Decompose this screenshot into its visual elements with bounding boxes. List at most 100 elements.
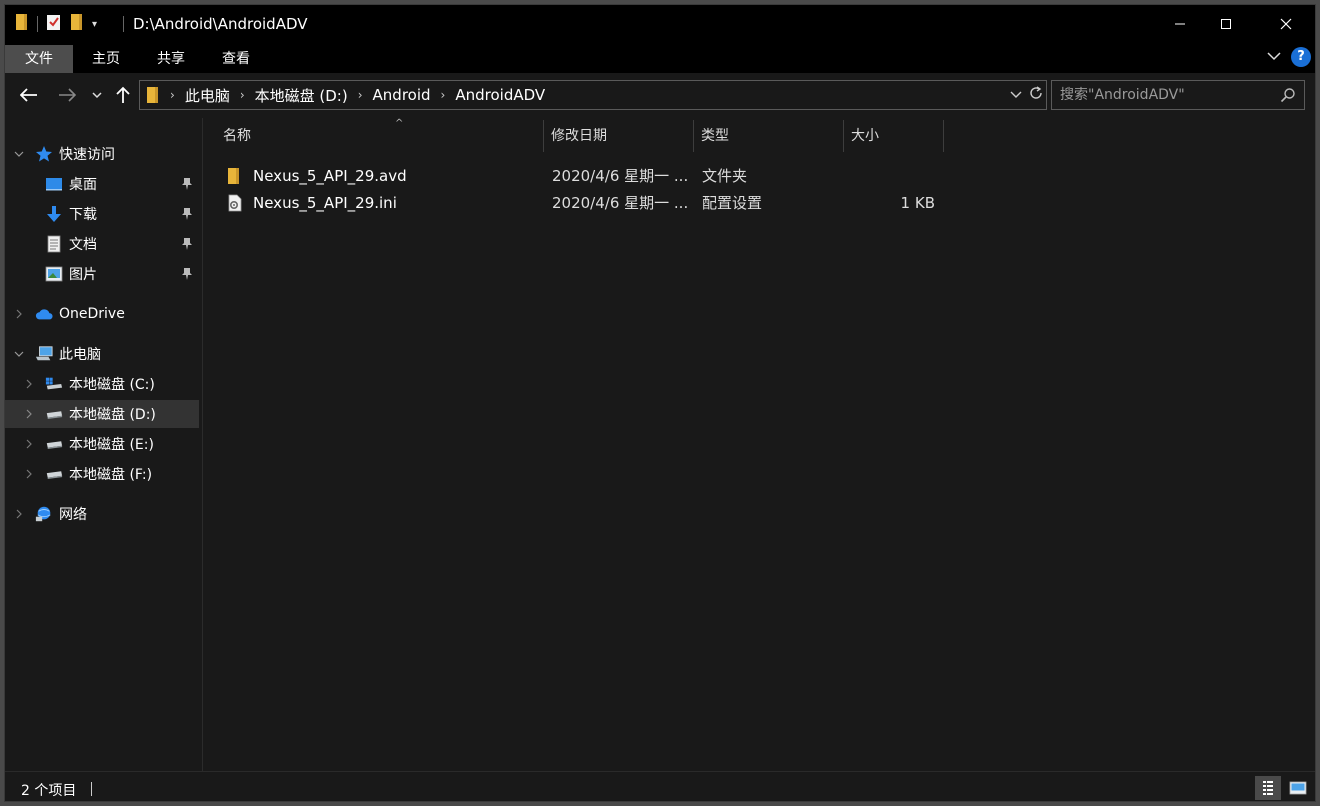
pin-icon[interactable] [181, 267, 193, 281]
search-input[interactable] [1052, 81, 1272, 109]
up-button[interactable] [111, 83, 135, 107]
sidebar-item-label: 桌面 [69, 177, 97, 193]
recent-locations-button[interactable] [85, 83, 109, 107]
sidebar-item-label: 快速访问 [59, 147, 115, 163]
download-icon [45, 205, 63, 223]
column-resize-handle[interactable] [943, 120, 944, 152]
sidebar-item-pictures[interactable]: 图片 [5, 260, 199, 288]
sidebar-item-quick-access[interactable]: 快速访问 [5, 140, 199, 168]
title-separator [123, 16, 124, 32]
ribbon-controls: ? [1267, 47, 1311, 67]
ribbon-tabs: 文件 主页 共享 查看 ? [5, 43, 1315, 73]
computer-icon [35, 345, 53, 363]
refresh-icon[interactable] [1028, 85, 1044, 105]
column-resize-handle[interactable] [693, 120, 694, 152]
tab-file[interactable]: 文件 [5, 45, 73, 73]
column-header-label: 修改日期 [551, 128, 607, 144]
drive-icon [45, 435, 63, 453]
column-header-date[interactable]: 修改日期 [551, 118, 693, 152]
minimize-button[interactable] [1157, 5, 1203, 43]
address-bar[interactable]: › 此电脑 › 本地磁盘 (D:) › Android › AndroidADV [139, 80, 1047, 110]
tab-home[interactable]: 主页 [73, 45, 139, 73]
column-header-label: 名称 [223, 128, 251, 144]
folder-icon [15, 13, 29, 35]
back-button[interactable] [17, 83, 41, 107]
breadcrumb-chevron-icon[interactable]: › [354, 88, 367, 102]
breadcrumb-chevron-icon[interactable]: › [236, 88, 249, 102]
sidebar-item-documents[interactable]: 文档 [5, 230, 199, 258]
sidebar-item-onedrive[interactable]: OneDrive [5, 300, 199, 328]
file-type: 文件夹 [702, 167, 748, 185]
sidebar-item-label: 本地磁盘 (F:) [69, 467, 153, 483]
pin-icon[interactable] [181, 177, 193, 191]
breadcrumb-androidadv[interactable]: AndroidADV [449, 86, 551, 104]
address-history-chevron-icon[interactable] [1010, 87, 1022, 103]
table-row[interactable]: Nexus_5_API_29.avd 2020/4/6 星期一 ... 文件夹 [223, 163, 943, 189]
sidebar-item-downloads[interactable]: 下载 [5, 200, 199, 228]
chevron-right-icon[interactable] [13, 508, 25, 520]
chevron-right-icon[interactable] [23, 378, 35, 390]
breadcrumb-chevron-icon[interactable]: › [437, 88, 450, 102]
column-header-size[interactable]: 大小 [851, 118, 943, 152]
sidebar-item-label: 图片 [69, 267, 97, 283]
column-header-name[interactable]: 名称 ^ [223, 118, 543, 152]
table-row[interactable]: Nexus_5_API_29.ini 2020/4/6 星期一 ... 配置设置… [223, 190, 943, 216]
close-button[interactable] [1263, 5, 1309, 43]
star-icon [35, 145, 53, 163]
pin-icon[interactable] [181, 237, 193, 251]
sidebar-item-drive-f[interactable]: 本地磁盘 (F:) [5, 460, 199, 488]
system-drive-icon [45, 375, 63, 393]
breadcrumb-this-pc[interactable]: 此电脑 [179, 85, 236, 106]
file-date: 2020/4/6 星期一 ... [552, 194, 689, 212]
help-icon[interactable]: ? [1291, 47, 1311, 67]
sidebar-item-drive-c[interactable]: 本地磁盘 (C:) [5, 370, 199, 398]
breadcrumb: › 此电脑 › 本地磁盘 (D:) › Android › AndroidADV [140, 81, 551, 109]
folder-icon [227, 167, 241, 185]
document-icon [45, 235, 63, 253]
search-box[interactable] [1051, 80, 1305, 110]
forward-button[interactable] [55, 83, 79, 107]
breadcrumb-android[interactable]: Android [367, 86, 437, 104]
sidebar-item-drive-e[interactable]: 本地磁盘 (E:) [5, 430, 199, 458]
sidebar-item-drive-d[interactable]: 本地磁盘 (D:) [5, 400, 199, 428]
chevron-right-icon[interactable] [23, 438, 35, 450]
expand-ribbon-chevron-icon[interactable] [1267, 49, 1281, 65]
sidebar-item-label: 本地磁盘 (C:) [69, 377, 155, 393]
details-view-button[interactable] [1255, 776, 1281, 800]
chevron-right-icon[interactable] [23, 408, 35, 420]
column-header-label: 大小 [851, 128, 879, 144]
breadcrumb-chevron-icon[interactable]: › [166, 88, 179, 102]
item-count: 2 个项目 [21, 783, 77, 799]
column-resize-handle[interactable] [543, 120, 544, 152]
large-icons-view-button[interactable] [1285, 776, 1311, 800]
pin-icon[interactable] [181, 207, 193, 221]
navigation-bar: › 此电脑 › 本地磁盘 (D:) › Android › AndroidADV [5, 75, 1315, 115]
navigation-pane: 快速访问 桌面 下载 文档 图片 OneDrive 此电脑 本地磁盘 (C:) … [5, 118, 201, 771]
toolbar-separator [37, 16, 38, 32]
chevron-right-icon[interactable] [23, 468, 35, 480]
drive-icon [45, 465, 63, 483]
tab-view[interactable]: 查看 [203, 45, 269, 73]
customize-toolbar-caret-icon[interactable]: ▾ [92, 19, 97, 30]
sidebar-item-desktop[interactable]: 桌面 [5, 170, 199, 198]
search-icon[interactable] [1280, 87, 1296, 107]
column-header-type[interactable]: 类型 [701, 118, 843, 152]
sidebar-item-network[interactable]: 网络 [5, 500, 199, 528]
sidebar-item-this-pc[interactable]: 此电脑 [5, 340, 199, 368]
properties-icon[interactable] [46, 13, 62, 35]
tab-share[interactable]: 共享 [139, 45, 203, 73]
cloud-icon [35, 305, 53, 323]
maximize-button[interactable] [1203, 5, 1249, 43]
window-title: D:\Android\AndroidADV [133, 15, 308, 33]
chevron-down-icon[interactable] [13, 348, 25, 360]
status-bar: 2 个项目 [5, 771, 1315, 801]
network-icon [35, 505, 53, 523]
chevron-down-icon[interactable] [13, 148, 25, 160]
status-separator [91, 782, 92, 796]
breadcrumb-drive-d[interactable]: 本地磁盘 (D:) [249, 85, 354, 106]
pictures-icon [45, 265, 63, 283]
column-resize-handle[interactable] [843, 120, 844, 152]
chevron-right-icon[interactable] [13, 308, 25, 320]
new-folder-icon[interactable] [70, 13, 84, 35]
quick-access-toolbar: ▾ [15, 14, 97, 34]
